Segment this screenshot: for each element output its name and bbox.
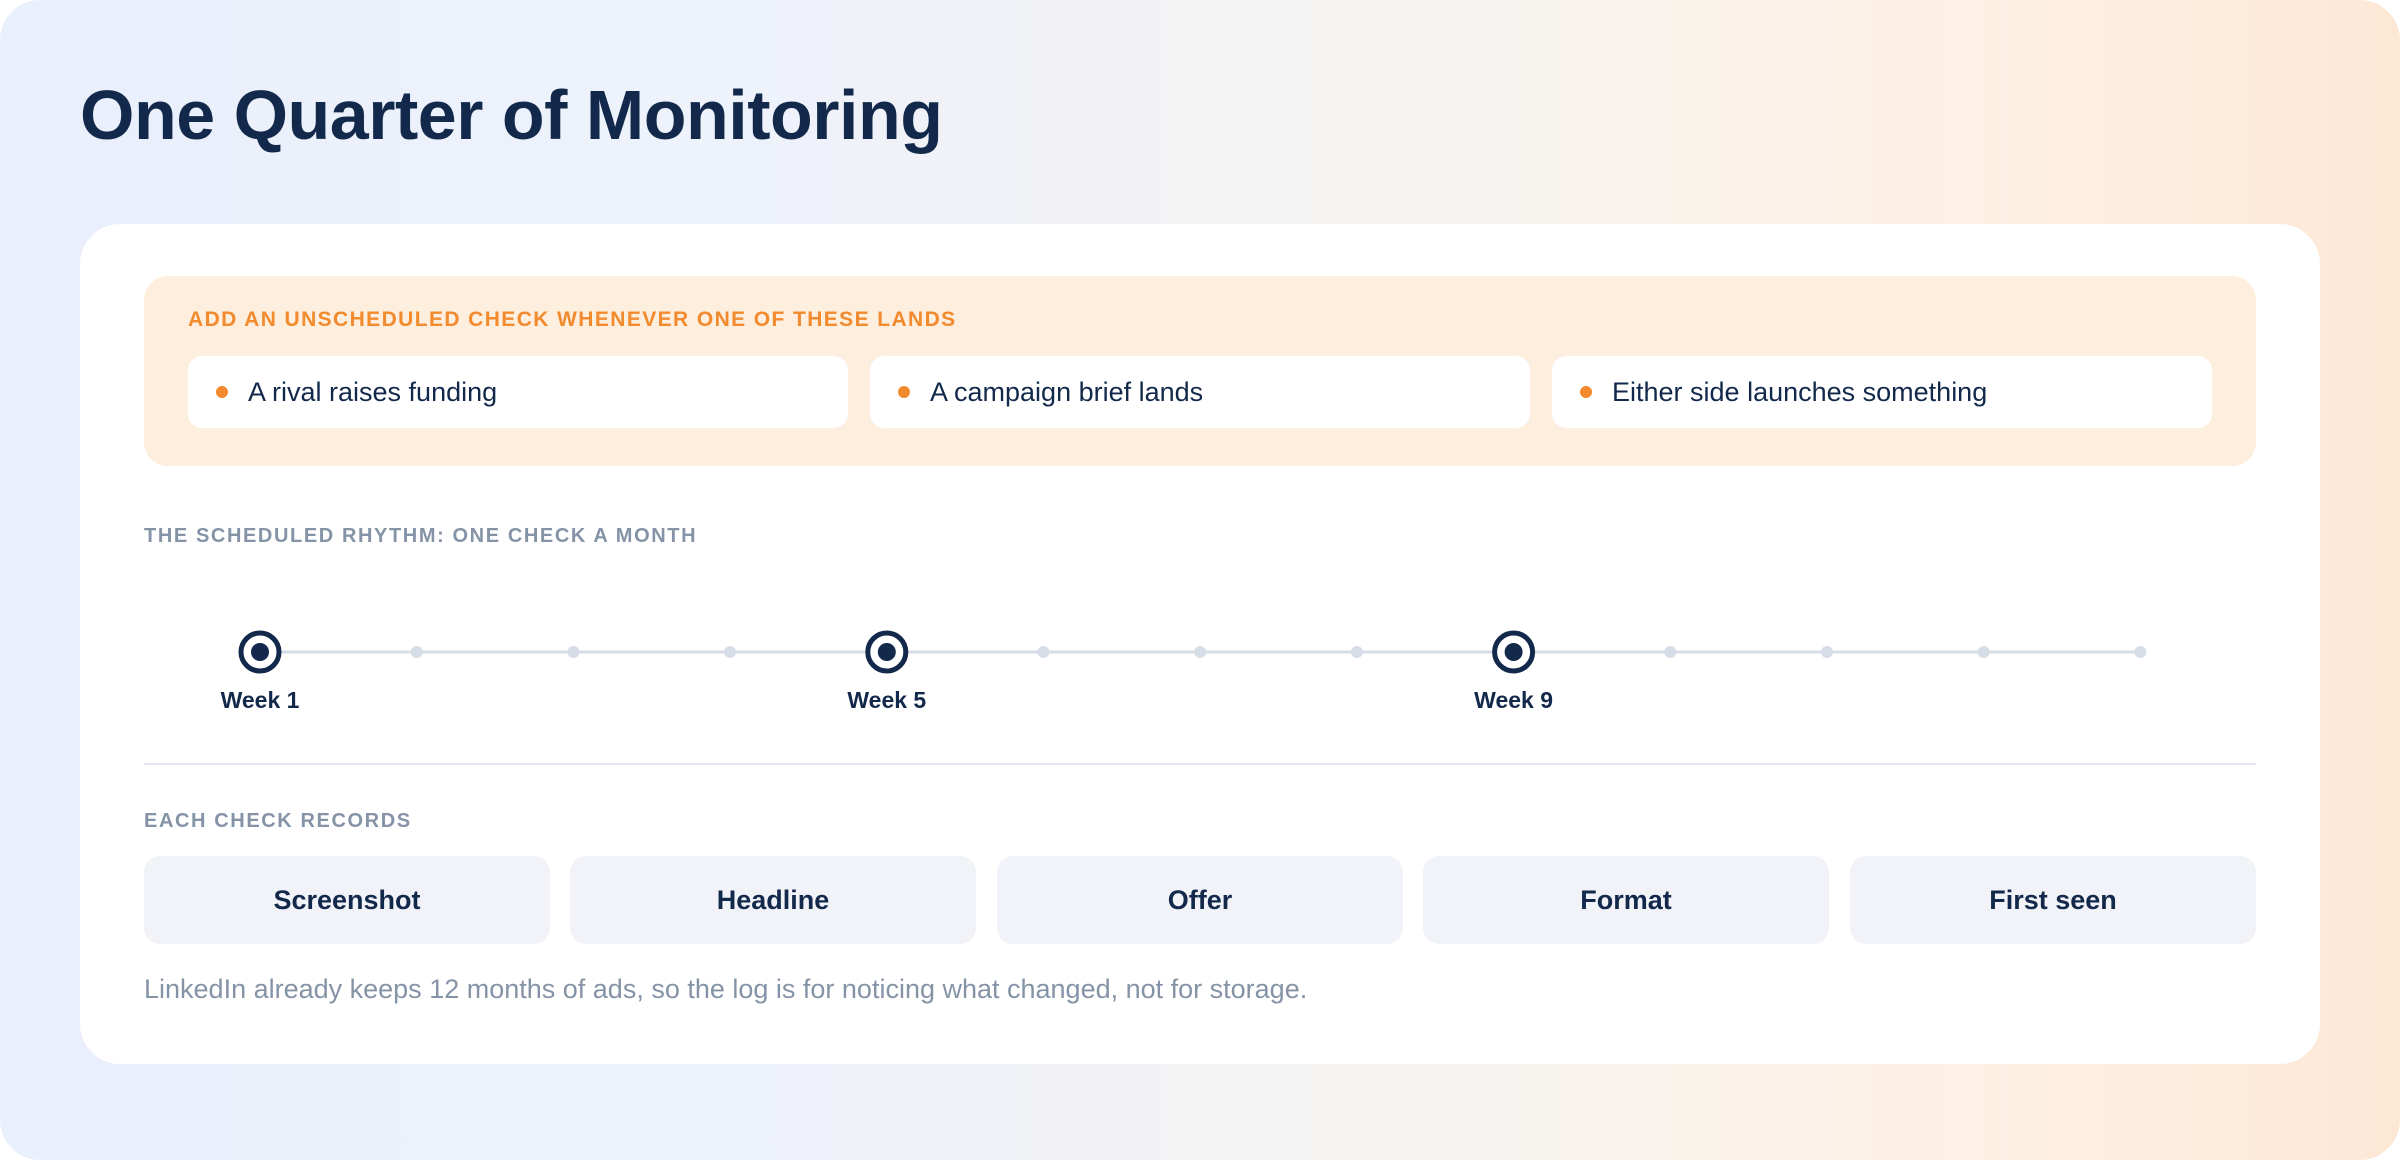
week-tick-dot [2134,646,2147,658]
record-field-label: First seen [1989,884,2117,915]
rhythm-heading: THE SCHEDULED RHYTHM: ONE CHECK A MONTH [144,525,698,547]
bullet-dot-icon [898,386,910,398]
record-field-label: Screenshot [273,884,421,915]
record-field-label: Headline [716,884,830,915]
trigger-item: A campaign brief lands [870,356,1530,428]
week-tick-dot [724,646,737,658]
check-marker-dot [1504,643,1523,661]
check-marker-dot [877,643,896,661]
record-field-chip: Format [1423,856,1829,944]
week-markers: Week 1 Week 5 Week 9 [221,630,2147,713]
week-tick-dot [1821,646,1833,658]
week-tick-dot [1664,646,1677,658]
record-field-chip: Headline [570,856,976,944]
check-week-label: Week 1 [221,687,300,713]
record-field-label: Format [1580,884,1672,915]
trigger-item: A rival raises funding [188,356,848,428]
trigger-panel: ADD AN UNSCHEDULED CHECK WHENEVER ONE OF… [144,276,2256,466]
footnote: LinkedIn already keeps 12 months of ads,… [144,974,1308,1004]
week-tick-dot [1350,646,1363,658]
trigger-label: A campaign brief lands [930,377,1204,407]
bullet-dot-icon [1580,386,1592,398]
week-tick-dot [1977,646,1990,658]
page-title: One Quarter of Monitoring [80,76,943,154]
check-marker-ring [865,630,909,674]
page: One Quarter of Monitoring ADD AN UNSCHED… [0,0,2400,1160]
check-marker-dot [251,643,269,661]
trigger-label: A rival raises funding [248,377,498,407]
section-divider [144,763,2256,765]
records-heading: EACH CHECK RECORDS [144,810,412,832]
record-field-chip: First seen [1850,856,2256,944]
week-tick-dot [567,646,580,658]
check-marker-ring [238,630,282,674]
check-marker-ring [1492,630,1536,674]
content-card: ADD AN UNSCHEDULED CHECK WHENEVER ONE OF… [80,224,2320,1064]
trigger-heading: ADD AN UNSCHEDULED CHECK WHENEVER ONE OF… [188,308,957,331]
week-tick-dot [1194,646,1207,658]
bullet-dot-icon [216,386,228,398]
week-tick-dot [1037,646,1050,658]
check-week-label: Week 9 [1474,687,1553,713]
record-field-chip: Screenshot [144,856,550,944]
record-field-label: Offer [1167,884,1233,915]
trigger-item: Either side launches something [1552,356,2212,428]
check-week-label: Week 5 [847,687,926,713]
trigger-label: Either side launches something [1612,377,1988,407]
week-tick-dot [410,646,423,658]
record-field-chip: Offer [997,856,1403,944]
